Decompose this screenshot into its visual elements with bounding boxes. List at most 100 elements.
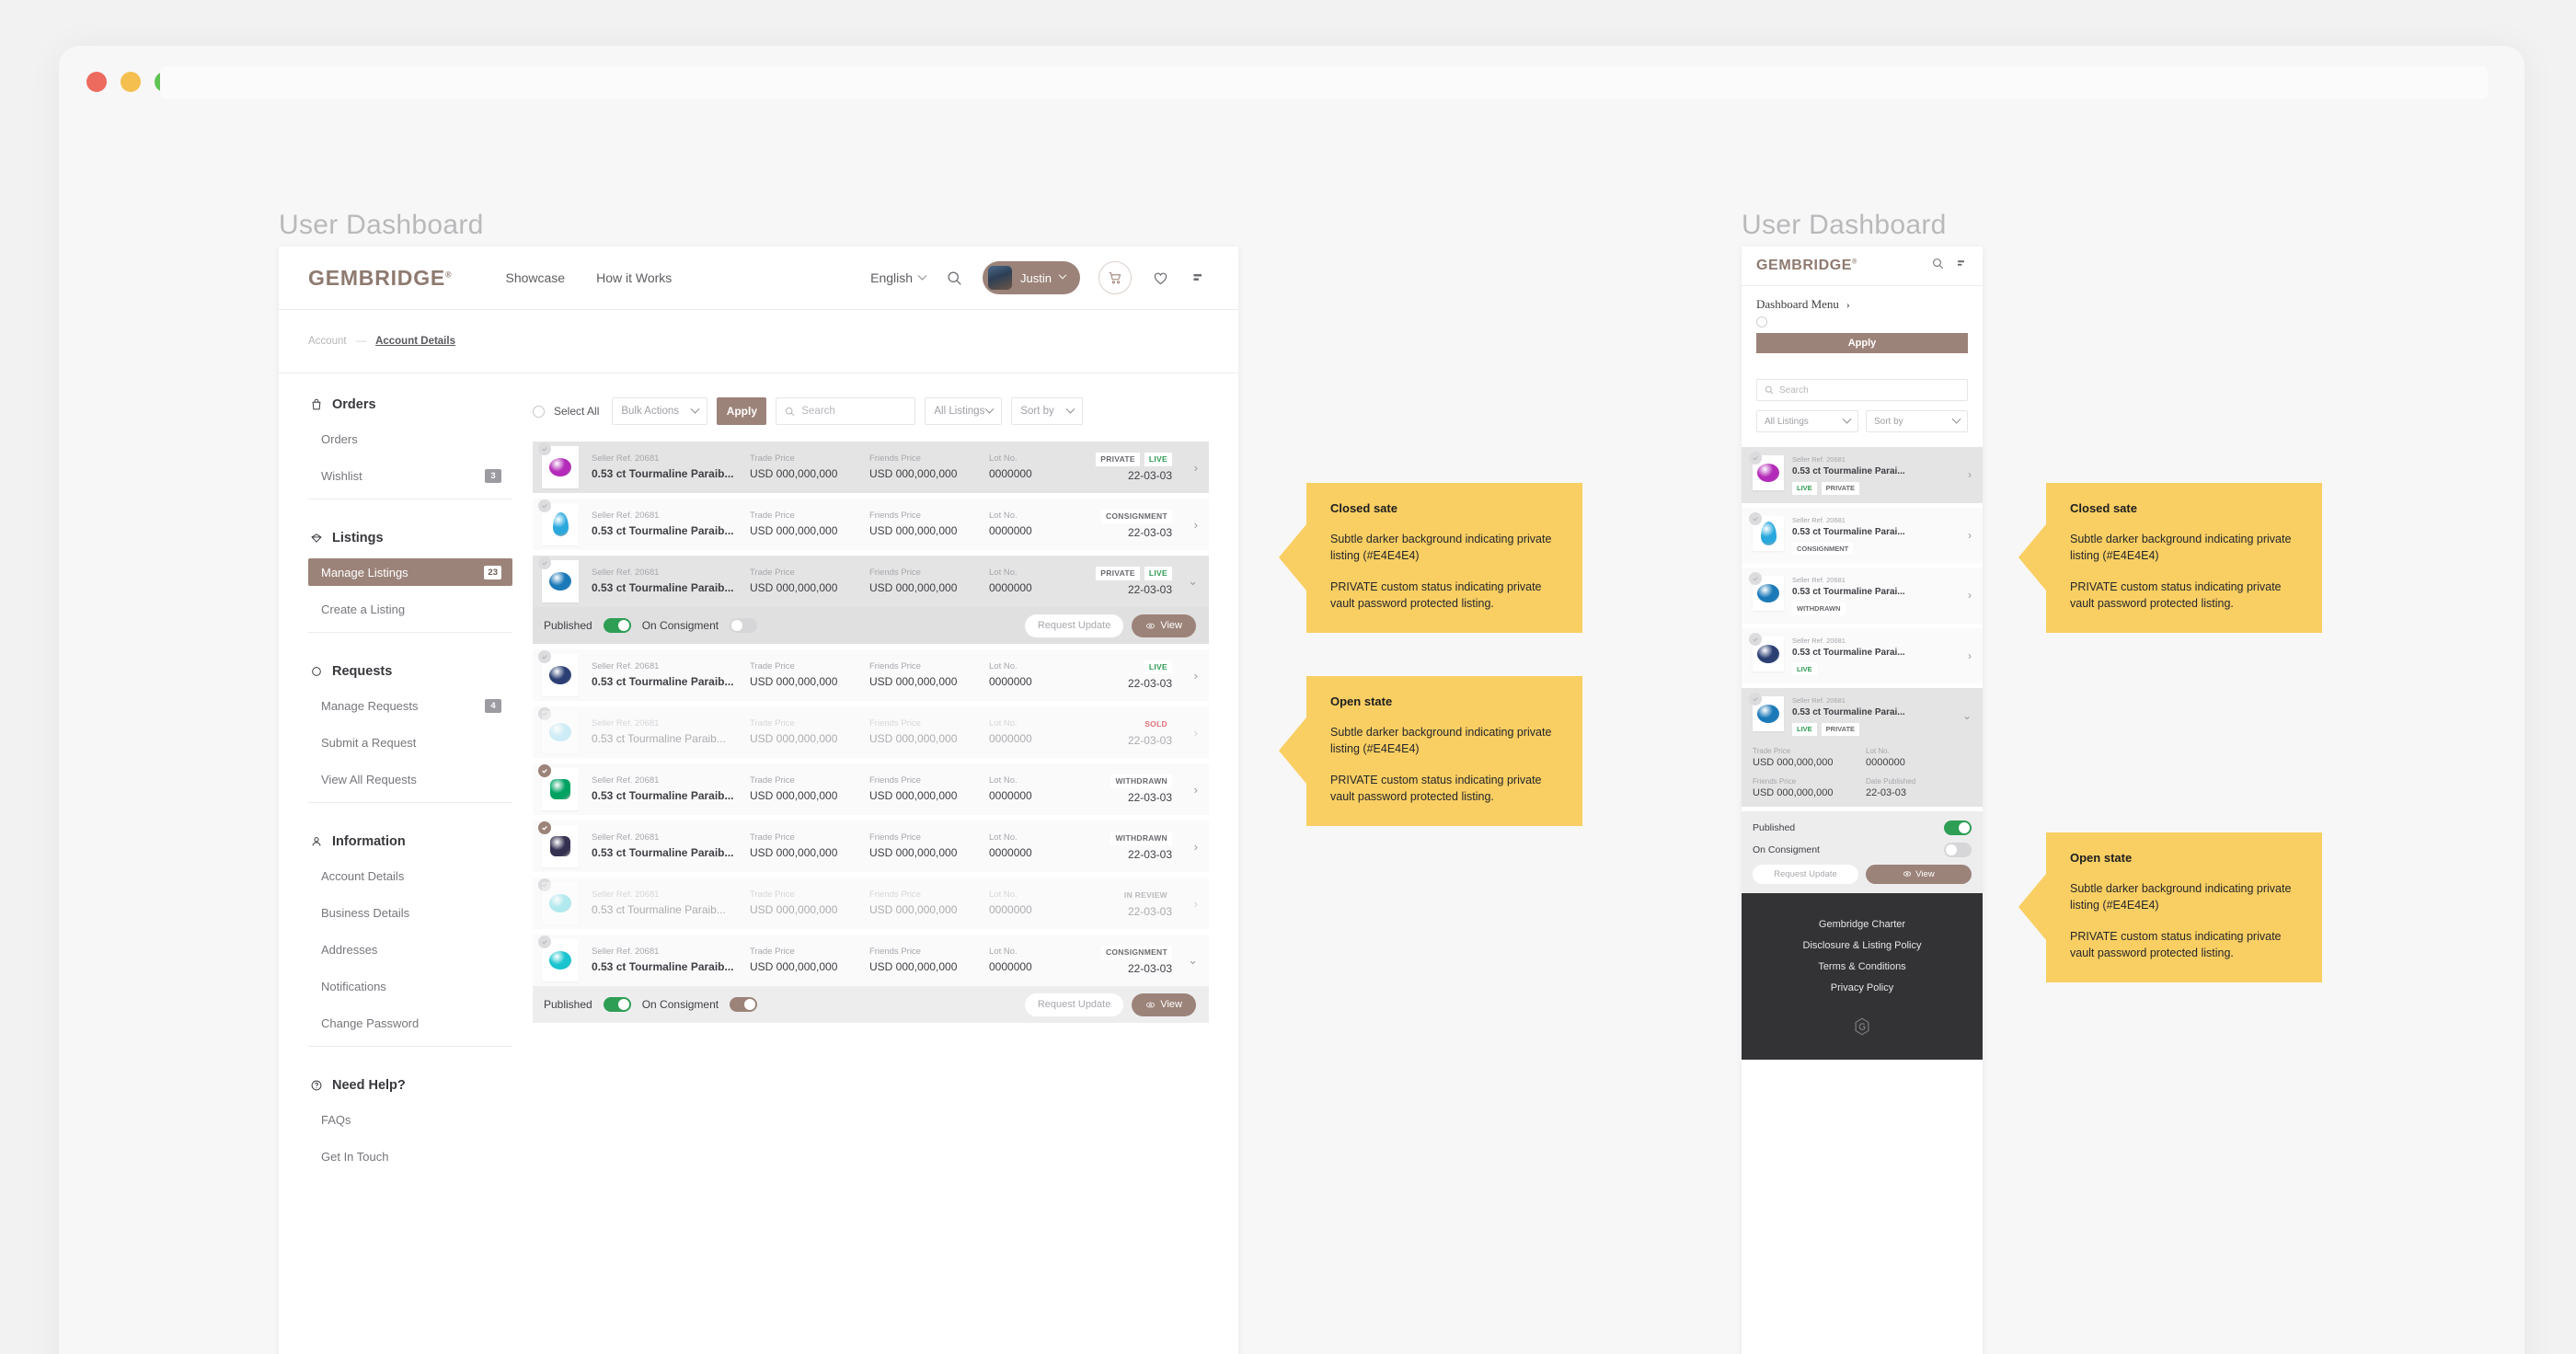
- chevron-right-icon[interactable]: ›: [1179, 461, 1198, 475]
- list-item[interactable]: Seller Ref. 20681 0.53 ct Tourmaline Par…: [1742, 507, 1983, 563]
- table-row[interactable]: Seller Ref. 20681 0.53 ct Tourmaline Par…: [533, 706, 1209, 758]
- row-select-checkbox[interactable]: [1749, 511, 1762, 525]
- breadcrumb-item-current[interactable]: Account Details: [375, 336, 455, 347]
- request-update-button[interactable]: Request Update: [1753, 864, 1858, 884]
- table-row[interactable]: Seller Ref. 20681 0.53 ct Tourmaline Par…: [533, 820, 1209, 872]
- sidebar-item-notifications[interactable]: Notifications: [308, 972, 512, 1000]
- chevron-down-icon: [1058, 270, 1067, 280]
- row-select-checkbox[interactable]: [1749, 693, 1762, 706]
- apply-button[interactable]: Apply: [717, 397, 767, 425]
- sidebar-item-addresses[interactable]: Addresses: [308, 935, 512, 963]
- footer-link-gembridge-charter[interactable]: Gembridge Charter: [1819, 919, 1905, 930]
- row-select-checkbox[interactable]: [1749, 572, 1762, 585]
- row-select-checkbox[interactable]: [538, 821, 551, 834]
- list-item[interactable]: Seller Ref. 20681 0.53 ct Tourmaline Par…: [1742, 568, 1983, 624]
- chevron-right-icon[interactable]: ›: [1968, 529, 1972, 542]
- mobile-select-radio[interactable]: [1756, 316, 1767, 327]
- mobile-sort-by-select[interactable]: Sort by: [1866, 410, 1968, 432]
- footer-link-disclosure-listing-policy[interactable]: Disclosure & Listing Policy: [1803, 940, 1922, 951]
- search-icon[interactable]: [944, 268, 964, 288]
- footer-link-privacy-policy[interactable]: Privacy Policy: [1831, 982, 1893, 993]
- view-button[interactable]: View: [1132, 614, 1196, 637]
- mobile-dashboard-menu[interactable]: Dashboard Menu ›: [1742, 286, 1983, 327]
- sort-by-select[interactable]: Sort by: [1011, 397, 1084, 425]
- user-menu-button[interactable]: Justin: [983, 261, 1080, 294]
- sidebar-item-manage-listings[interactable]: Manage Listings 23: [308, 558, 512, 586]
- chevron-right-icon[interactable]: ›: [1968, 589, 1972, 602]
- toggle-switch[interactable]: [603, 997, 631, 1012]
- nav-item-showcase[interactable]: Showcase: [505, 270, 565, 285]
- browser-address-bar[interactable]: [160, 66, 2488, 99]
- search-input[interactable]: Search: [776, 397, 916, 425]
- list-item[interactable]: Seller Ref. 20681 0.53 ct Tourmaline Par…: [1742, 627, 1983, 683]
- cart-icon[interactable]: [1098, 261, 1132, 294]
- chevron-down-icon[interactable]: ⌄: [1179, 574, 1198, 589]
- request-update-button[interactable]: Request Update: [1024, 614, 1124, 637]
- minimize-window-button[interactable]: [121, 72, 141, 92]
- row-select-checkbox[interactable]: [1749, 632, 1762, 646]
- sidebar-item-submit-a-request[interactable]: Submit a Request: [308, 729, 512, 756]
- sidebar-item-orders[interactable]: Orders: [308, 425, 512, 453]
- toggle-switch[interactable]: [1944, 820, 1972, 835]
- sidebar-item-faqs[interactable]: FAQs: [308, 1106, 512, 1133]
- chevron-right-icon[interactable]: ›: [1179, 518, 1198, 532]
- row-select-checkbox[interactable]: [1749, 452, 1762, 465]
- chevron-right-icon[interactable]: ›: [1179, 840, 1198, 854]
- sidebar-item-account-details[interactable]: Account Details: [308, 862, 512, 889]
- row-select-checkbox[interactable]: [538, 935, 551, 948]
- brand-logo[interactable]: GEMBRIDGE®: [308, 266, 452, 291]
- request-update-button[interactable]: Request Update: [1024, 993, 1124, 1016]
- footer-link-terms-conditions[interactable]: Terms & Conditions: [1818, 961, 1905, 972]
- heart-icon[interactable]: [1150, 268, 1170, 288]
- chevron-down-icon[interactable]: ⌄: [1962, 709, 1972, 722]
- mobile-apply-button[interactable]: Apply: [1756, 333, 1968, 353]
- bulk-actions-select[interactable]: Bulk Actions: [612, 397, 708, 425]
- language-selector[interactable]: English: [870, 270, 927, 285]
- toggle-switch[interactable]: [730, 618, 758, 633]
- toggle-switch[interactable]: [730, 997, 758, 1012]
- breadcrumb-item-account[interactable]: Account: [308, 336, 347, 347]
- chevron-right-icon[interactable]: ›: [1179, 669, 1198, 683]
- table-row[interactable]: Seller Ref. 20681 0.53 ct Tourmaline Par…: [533, 878, 1209, 929]
- compare-icon[interactable]: [1189, 268, 1209, 288]
- table-row[interactable]: Seller Ref. 20681 0.53 ct Tourmaline Par…: [533, 649, 1209, 701]
- sidebar-item-change-password[interactable]: Change Password: [308, 1009, 512, 1037]
- view-button[interactable]: View: [1132, 993, 1196, 1016]
- chevron-right-icon[interactable]: ›: [1179, 783, 1198, 797]
- chevron-down-icon[interactable]: ⌄: [1179, 953, 1198, 968]
- chevron-right-icon[interactable]: ›: [1179, 726, 1198, 740]
- mobile-all-listings-select[interactable]: All Listings: [1756, 410, 1858, 432]
- row-select-checkbox[interactable]: [538, 442, 551, 455]
- mobile-search-input[interactable]: Search: [1756, 379, 1968, 401]
- sidebar-item-create-a-listing[interactable]: Create a Listing: [308, 595, 512, 623]
- list-item[interactable]: Seller Ref. 20681 0.53 ct Tourmaline Par…: [1742, 688, 1983, 807]
- select-all-radio[interactable]: [533, 405, 545, 418]
- close-window-button[interactable]: [86, 72, 107, 92]
- nav-item-how-it-works[interactable]: How it Works: [596, 270, 672, 285]
- row-select-checkbox[interactable]: [538, 650, 551, 663]
- table-row[interactable]: Seller Ref. 20681 0.53 ct Tourmaline Par…: [533, 556, 1209, 607]
- table-row[interactable]: Seller Ref. 20681 0.53 ct Tourmaline Par…: [533, 499, 1209, 550]
- chevron-right-icon[interactable]: ›: [1968, 468, 1972, 481]
- search-icon[interactable]: [1932, 258, 1944, 274]
- sidebar-item-view-all-requests[interactable]: View All Requests: [308, 765, 512, 793]
- chevron-right-icon[interactable]: ›: [1179, 897, 1198, 911]
- menu-icon[interactable]: [1956, 258, 1968, 274]
- table-row[interactable]: Seller Ref. 20681 0.53 ct Tourmaline Par…: [533, 442, 1209, 493]
- sidebar-item-manage-requests[interactable]: Manage Requests 4: [308, 692, 512, 719]
- view-button[interactable]: View: [1866, 864, 1972, 884]
- brand-logo[interactable]: GEMBRIDGE®: [1756, 258, 1857, 274]
- list-item[interactable]: Seller Ref. 20681 0.53 ct Tourmaline Par…: [1742, 447, 1983, 503]
- row-select-checkbox[interactable]: [538, 764, 551, 777]
- sidebar-item-business-details[interactable]: Business Details: [308, 899, 512, 926]
- table-row[interactable]: Seller Ref. 20681 0.53 ct Tourmaline Par…: [533, 935, 1209, 986]
- row-select-checkbox[interactable]: [538, 499, 551, 512]
- table-row[interactable]: Seller Ref. 20681 0.53 ct Tourmaline Par…: [533, 763, 1209, 815]
- sidebar-item-wishlist[interactable]: Wishlist 3: [308, 462, 512, 489]
- toggle-switch[interactable]: [1944, 842, 1972, 857]
- row-select-checkbox[interactable]: [538, 557, 551, 569]
- chevron-right-icon[interactable]: ›: [1968, 649, 1972, 662]
- toggle-switch[interactable]: [603, 618, 631, 633]
- all-listings-select[interactable]: All Listings: [925, 397, 1003, 425]
- sidebar-item-get-in-touch[interactable]: Get In Touch: [308, 1142, 512, 1170]
